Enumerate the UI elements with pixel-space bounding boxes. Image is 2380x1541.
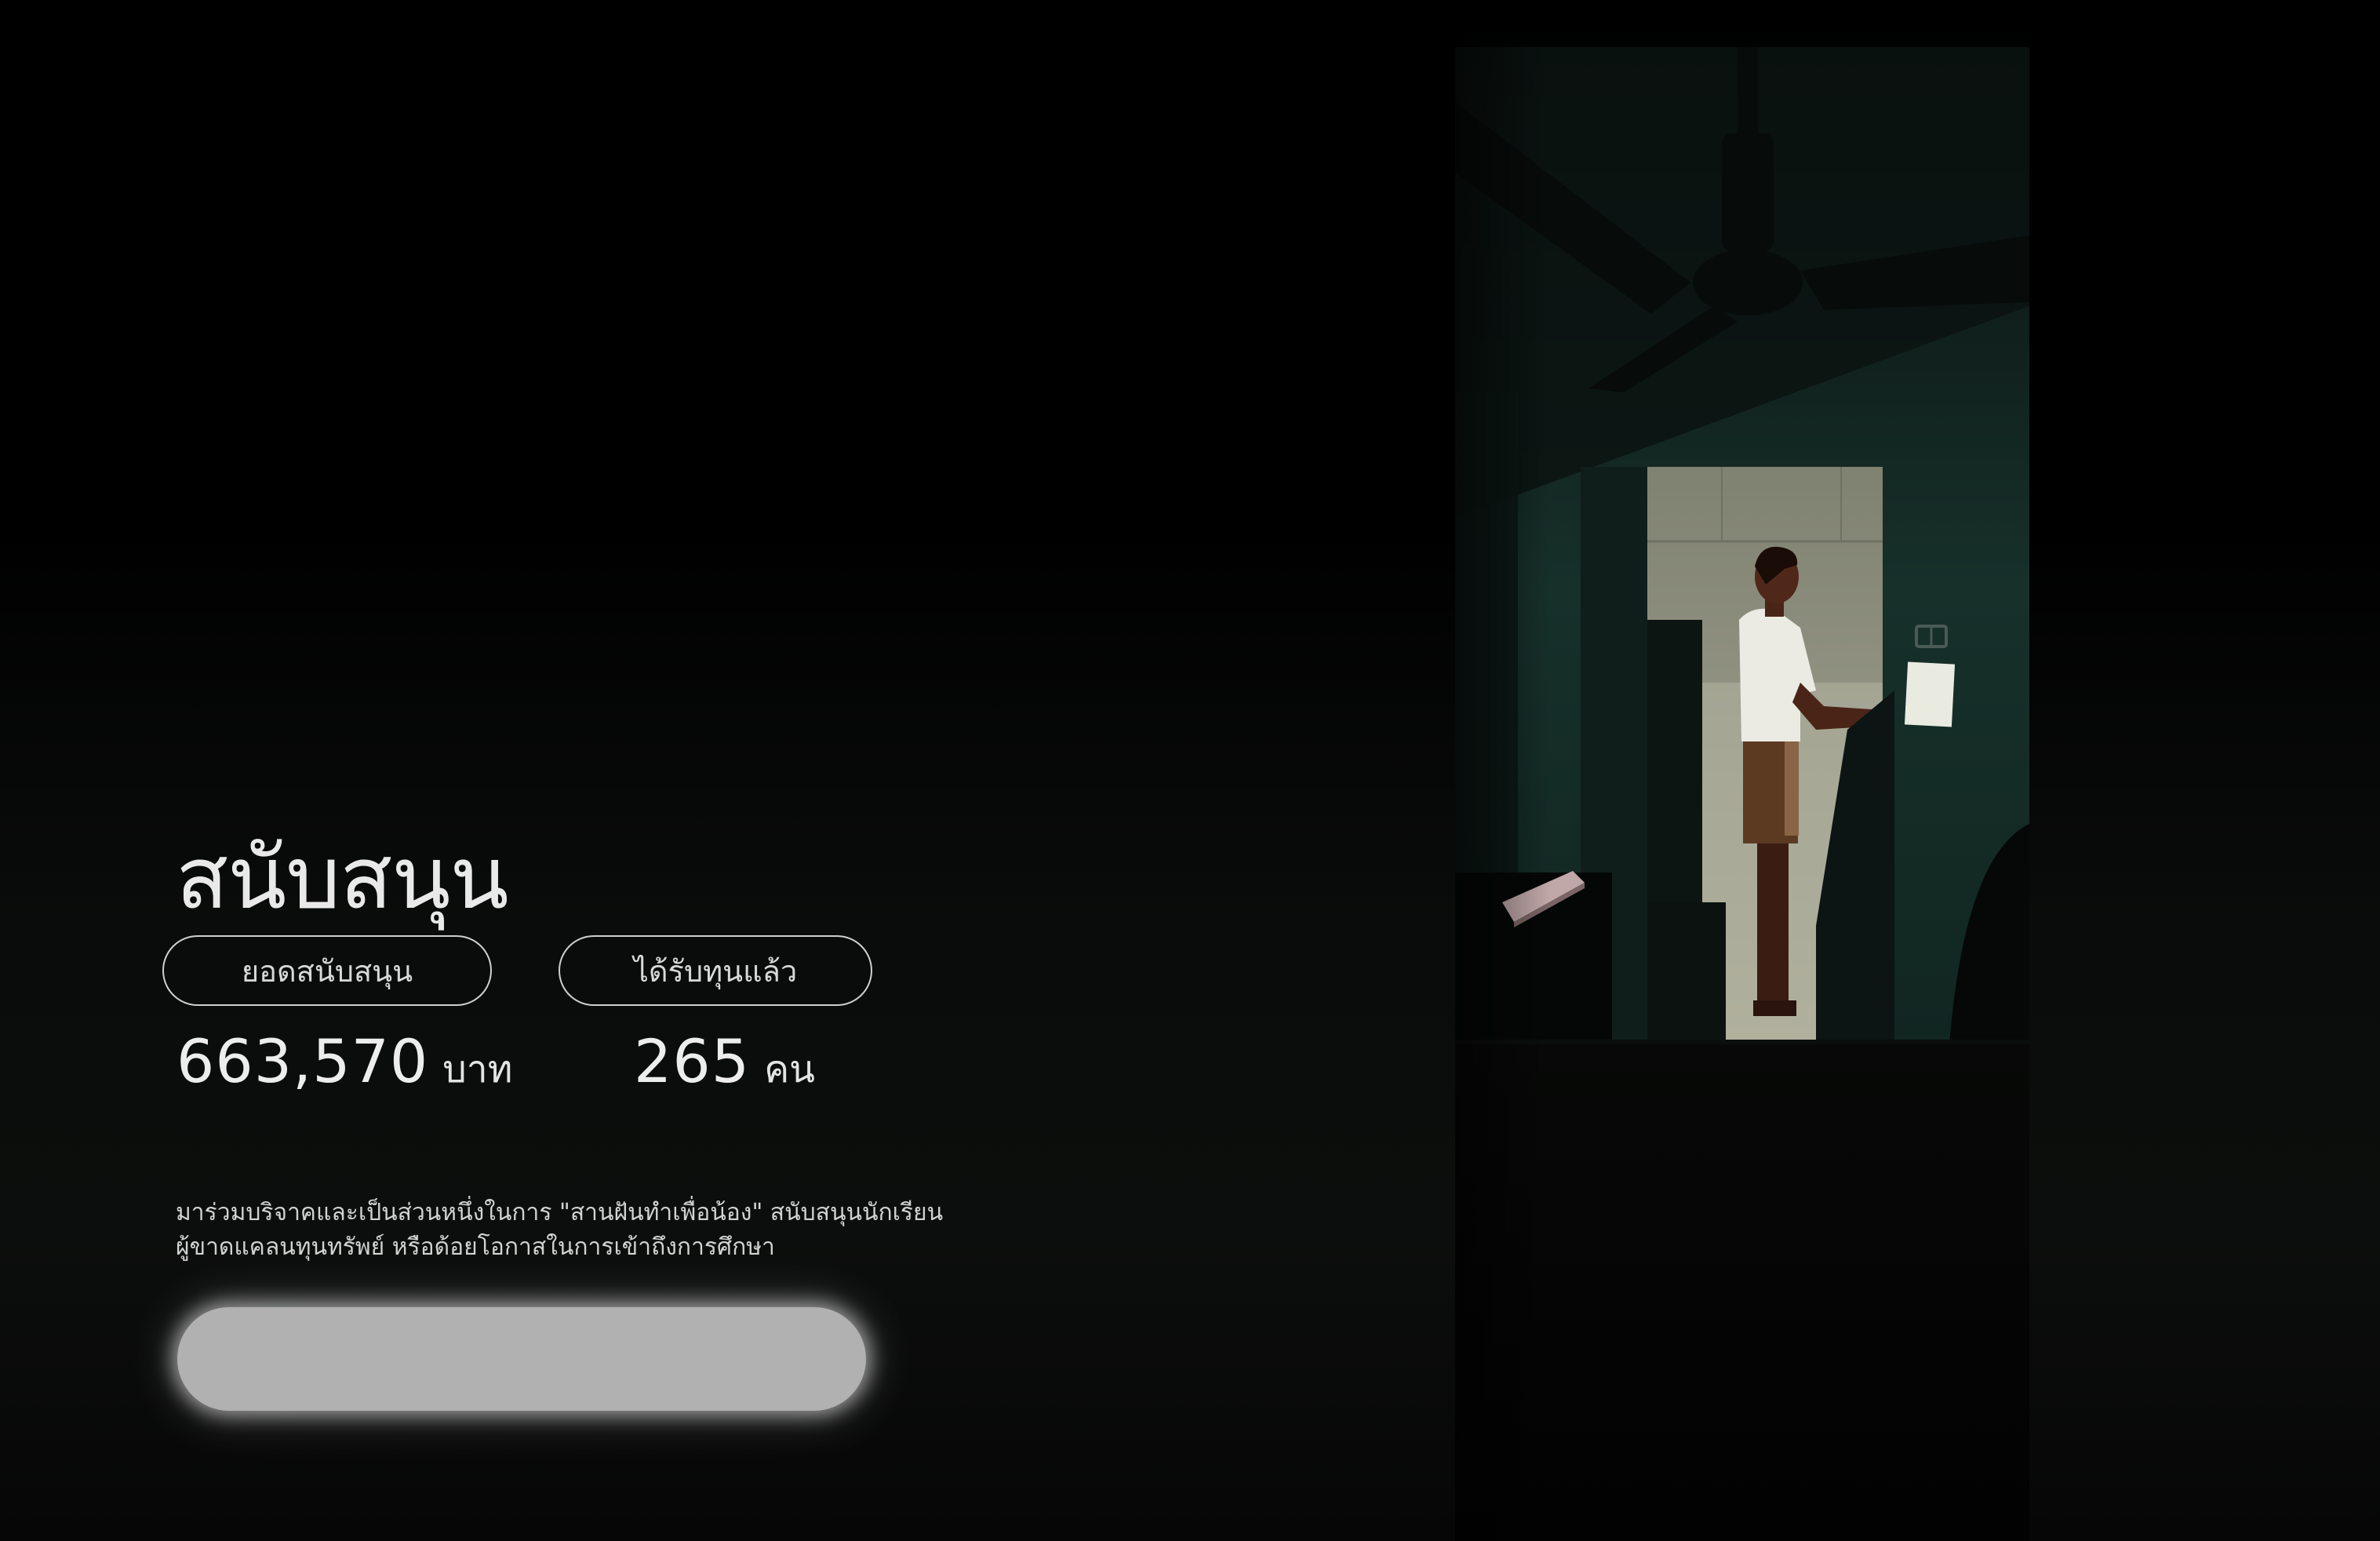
donation-unit: บาท xyxy=(442,1047,513,1091)
donation-stat: ยอดสนับสนุน 663,570 บาท xyxy=(162,935,512,1099)
page: สนับสนุน ยอดสนับสนุน 663,570 บาท ได้รับท… xyxy=(0,0,2380,1541)
recipients-value-row: 265 คน xyxy=(559,1026,872,1099)
recipients-unit: คน xyxy=(764,1047,815,1091)
donate-button[interactable] xyxy=(177,1307,866,1411)
recipients-count: 265 xyxy=(634,1026,751,1096)
support-section: สนับสนุน ยอดสนับสนุน 663,570 บาท ได้รับท… xyxy=(0,0,1459,1541)
description-line-1: มาร่วมบริจาคและเป็นส่วนหนึ่งในการ "สานฝั… xyxy=(176,1199,944,1226)
donation-amount: 663,570 xyxy=(176,1026,429,1096)
recipients-label-pill: ได้รับทุนแล้ว xyxy=(559,935,872,1006)
description-line-2: ผู้ขาดแคลนทุนทรัพย์ หรือด้อยโอกาสในการเข… xyxy=(176,1233,775,1261)
description: มาร่วมบริจาคและเป็นส่วนหนึ่งในการ "สานฝั… xyxy=(176,1196,944,1265)
page-title: สนับสนุน xyxy=(176,827,509,928)
recipients-stat: ได้รับทุนแล้ว 265 คน xyxy=(559,935,872,1099)
donation-value-row: 663,570 บาท xyxy=(162,1026,512,1099)
donation-label-pill: ยอดสนับสนุน xyxy=(162,935,492,1006)
illustration-person-at-counter xyxy=(1455,0,2029,1541)
